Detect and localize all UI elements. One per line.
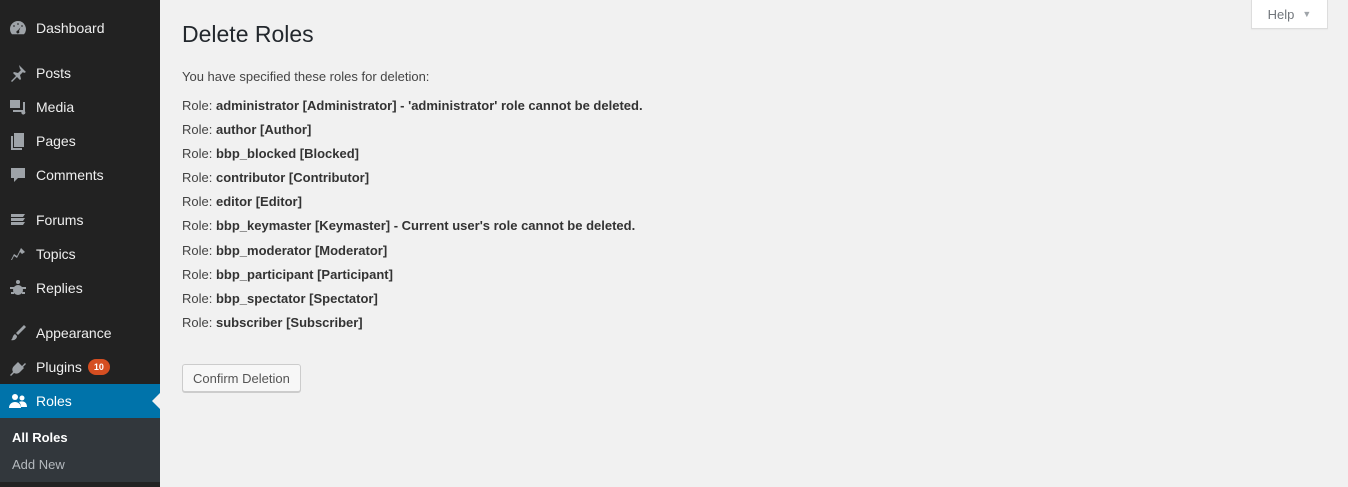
role-prefix: Role:	[182, 170, 213, 186]
role-text: bbp_moderator [Moderator]	[215, 242, 388, 258]
dashboard-icon	[0, 18, 36, 38]
menu-label-forums: Forums	[36, 212, 84, 228]
pages-icon	[0, 131, 36, 151]
role-text: administrator [Administrator] - 'adminis…	[215, 98, 643, 113]
menu-item-replies[interactable]: Replies	[0, 271, 160, 305]
menu-item-pages[interactable]: Pages	[0, 124, 160, 158]
page-title: Delete Roles	[182, 21, 314, 47]
role-row: Role: contributor [Contributor]	[182, 166, 1328, 190]
menu-item-dashboard[interactable]: Dashboard	[0, 11, 160, 45]
menu-item-roles[interactable]: Roles	[0, 384, 160, 418]
role-row: Role: bbp_keymaster [Keymaster] - Curren…	[182, 214, 1328, 238]
menu-separator	[0, 192, 160, 203]
role-text: subscriber [Subscriber]	[215, 314, 363, 330]
role-text: bbp_participant [Participant]	[215, 266, 393, 282]
role-prefix: Role:	[182, 122, 213, 138]
plugins-update-badge: 10	[87, 359, 110, 375]
media-icon	[0, 97, 36, 117]
role-row: Role: bbp_spectator [Spectator]	[182, 287, 1328, 311]
submenu-item-all-roles[interactable]: All Roles	[0, 424, 160, 451]
roles-list: Role: administrator [Administrator] - 'a…	[182, 94, 1328, 335]
role-prefix: Role:	[182, 146, 213, 162]
topics-icon	[0, 244, 36, 264]
menu-item-appearance[interactable]: Appearance	[0, 316, 160, 350]
role-prefix: Role:	[182, 218, 213, 234]
menu-item-comments[interactable]: Comments	[0, 158, 160, 192]
role-text: bbp_blocked [Blocked]	[215, 146, 360, 162]
brush-icon	[0, 323, 36, 343]
menu-label-appearance: Appearance	[36, 325, 112, 341]
menu-separator	[0, 305, 160, 316]
role-prefix: Role:	[182, 314, 213, 330]
menu-item-media[interactable]: Media	[0, 90, 160, 124]
replies-icon	[0, 278, 36, 298]
menu-label-topics: Topics	[36, 246, 76, 262]
role-prefix: Role:	[182, 98, 213, 113]
menu-separator	[0, 45, 160, 56]
main-content: Delete Roles You have specified these ro…	[182, 0, 1328, 392]
menu-label-media: Media	[36, 99, 75, 115]
role-prefix: Role:	[182, 242, 213, 258]
menu-item-topics[interactable]: Topics	[0, 237, 160, 271]
comment-icon	[0, 165, 36, 185]
role-row: Role: bbp_moderator [Moderator]	[182, 239, 1328, 263]
confirm-deletion-button[interactable]: Confirm Deletion	[182, 364, 301, 392]
roles-submenu: All Roles Add New	[0, 418, 160, 482]
menu-label-pages: Pages	[36, 133, 76, 149]
menu-item-forums[interactable]: Forums	[0, 203, 160, 237]
menu-label-roles: Roles	[36, 393, 72, 409]
plug-icon	[0, 357, 36, 377]
menu-item-plugins[interactable]: Plugins 10	[0, 350, 160, 384]
role-text: author [Author]	[215, 122, 312, 138]
menu-label-dashboard: Dashboard	[36, 20, 105, 36]
admin-menu: Dashboard Posts Media Pages Comments For…	[0, 11, 160, 418]
role-row: Role: administrator [Administrator] - 'a…	[182, 94, 1328, 118]
pin-icon	[0, 63, 36, 83]
admin-sidebar: Dashboard Posts Media Pages Comments For…	[0, 0, 160, 487]
role-text: contributor [Contributor]	[215, 170, 370, 186]
role-prefix: Role:	[182, 266, 213, 282]
menu-label-posts: Posts	[36, 65, 72, 81]
role-text: bbp_spectator [Spectator]	[215, 290, 378, 306]
forums-icon	[0, 210, 36, 230]
role-row: Role: editor [Editor]	[182, 190, 1328, 214]
role-row: Role: bbp_participant [Participant]	[182, 263, 1328, 287]
role-prefix: Role:	[182, 290, 213, 306]
role-prefix: Role:	[182, 194, 213, 210]
submenu-item-add-new[interactable]: Add New	[0, 451, 160, 478]
menu-item-posts[interactable]: Posts	[0, 56, 160, 90]
menu-label-comments: Comments	[36, 167, 104, 183]
role-text: editor [Editor]	[215, 194, 302, 210]
role-row: Role: subscriber [Subscriber]	[182, 311, 1328, 335]
menu-label-replies: Replies	[36, 280, 83, 296]
users-icon	[0, 391, 36, 411]
menu-label-plugins: Plugins	[36, 359, 82, 375]
intro-text: You have specified these roles for delet…	[182, 69, 430, 84]
role-row: Role: bbp_blocked [Blocked]	[182, 142, 1328, 166]
role-row: Role: author [Author]	[182, 118, 1328, 142]
role-text: bbp_keymaster [Keymaster] - Current user…	[215, 218, 636, 234]
